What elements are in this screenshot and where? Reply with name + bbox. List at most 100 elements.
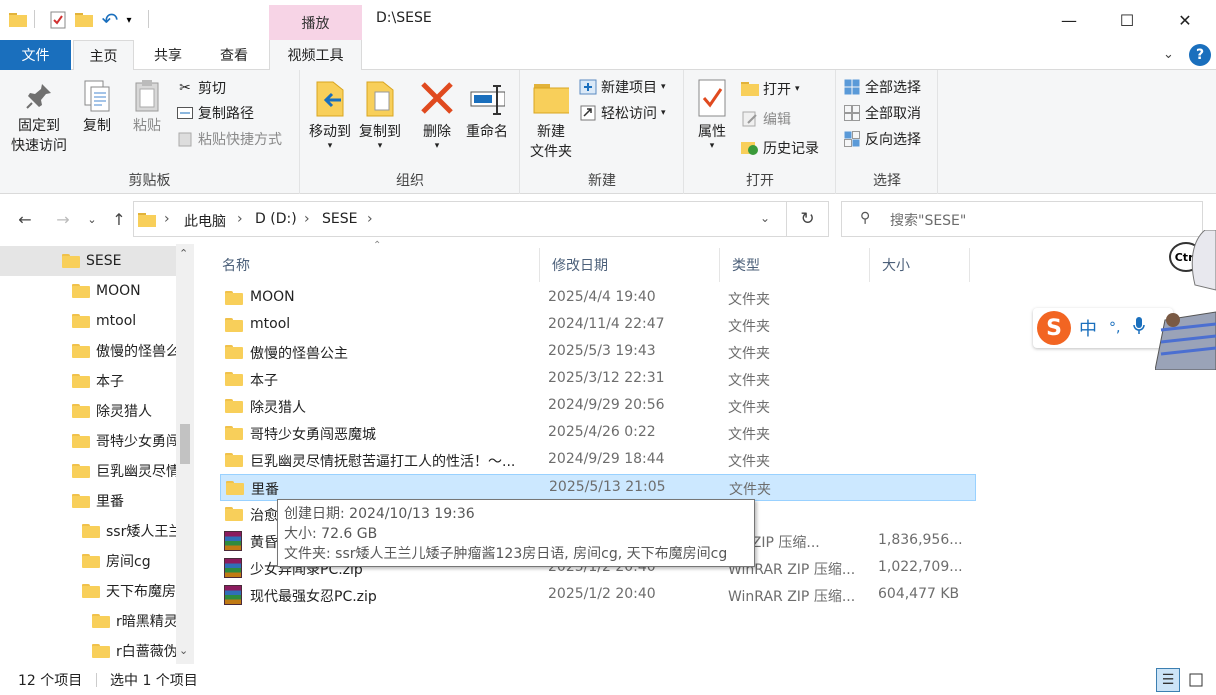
paste-shortcut-button[interactable]: 粘贴快捷方式: [176, 128, 282, 150]
table-row[interactable]: 哥特少女勇闯恶魔城 2025/4/26 0:22 文件夹: [220, 420, 976, 447]
up-button[interactable]: ↑: [106, 206, 132, 232]
paste-shortcut-label: 粘贴快捷方式: [198, 132, 282, 148]
ime-punctuation-toggle[interactable]: °,: [1109, 320, 1120, 336]
column-header-date[interactable]: 修改日期: [540, 248, 720, 282]
table-row-selected[interactable]: 里番 2025/5/13 21:05 文件夹: [220, 474, 976, 501]
cut-button[interactable]: ✂ 剪切: [176, 77, 226, 99]
breadcrumb-separator[interactable]: ›: [164, 211, 170, 227]
invert-selection-button[interactable]: 反向选择: [843, 128, 921, 150]
breadcrumb-separator[interactable]: ›: [304, 211, 310, 227]
rename-button[interactable]: 重命名: [461, 76, 513, 142]
breadcrumb-this-pc[interactable]: 此电脑: [184, 211, 226, 231]
help-icon[interactable]: ?: [1189, 44, 1211, 66]
scroll-up-icon[interactable]: ⌃: [179, 247, 188, 260]
copy-to-button[interactable]: 复制到 ▾: [355, 76, 405, 151]
sidebar-scrollbar[interactable]: ⌃ ⌄: [176, 244, 194, 664]
microphone-icon[interactable]: [1132, 316, 1146, 341]
paste-label: 粘贴: [133, 118, 161, 134]
copy-path-button[interactable]: 复制路径: [176, 102, 254, 124]
ime-mode-toggle[interactable]: 中: [1079, 315, 1097, 341]
tab-video-tools[interactable]: 视频工具: [269, 40, 362, 70]
tree-item[interactable]: 哥特少女勇闯: [0, 426, 176, 456]
address-bar[interactable]: › 此电脑 › D (D:) › SESE › ⌄: [133, 201, 787, 237]
back-button[interactable]: ←: [12, 206, 38, 232]
tab-share[interactable]: 共享: [136, 40, 200, 70]
recent-locations-dropdown[interactable]: ⌄: [82, 206, 102, 232]
customize-quick-access-dropdown[interactable]: ▾: [122, 8, 136, 32]
breadcrumb-drive-d[interactable]: D (D:): [255, 211, 297, 227]
large-icons-view-button[interactable]: [1184, 668, 1208, 692]
zip-archive-icon: [224, 531, 242, 551]
table-row[interactable]: 傲慢的怪兽公主 2025/5/3 19:43 文件夹: [220, 339, 976, 366]
tree-item[interactable]: 傲慢的怪兽么: [0, 336, 176, 366]
delete-button[interactable]: 删除 ▾: [413, 76, 461, 151]
tree-item[interactable]: r白蔷薇伪: [0, 636, 176, 666]
select-none-button[interactable]: 全部取消: [843, 102, 921, 124]
context-tab-play[interactable]: 播放: [269, 5, 362, 40]
scroll-down-icon[interactable]: ⌄: [179, 644, 188, 657]
new-folder-quick-button[interactable]: [72, 8, 96, 32]
breadcrumb-sese[interactable]: SESE: [322, 211, 357, 227]
easy-access-button[interactable]: 轻松访问 ▾: [579, 102, 666, 124]
paste-button[interactable]: 粘贴: [124, 78, 170, 136]
item-count: 12 个项目: [18, 673, 83, 689]
column-header-type[interactable]: 类型: [720, 248, 870, 282]
undo-icon[interactable]: ↶: [98, 8, 122, 32]
tree-item[interactable]: 除灵猎人: [0, 396, 176, 426]
refresh-button[interactable]: ↻: [787, 201, 829, 237]
tree-item[interactable]: MOON: [0, 276, 176, 306]
table-row[interactable]: 本子 2025/3/12 22:31 文件夹: [220, 366, 976, 393]
open-button[interactable]: 打开 ▾: [741, 78, 800, 100]
tree-item[interactable]: 房间cg: [0, 546, 176, 576]
close-button[interactable]: ✕: [1156, 0, 1214, 40]
tree-item[interactable]: SESE: [0, 246, 176, 276]
tree-item[interactable]: mtool: [0, 306, 176, 336]
move-to-button[interactable]: 移动到 ▾: [305, 76, 355, 151]
tree-item[interactable]: 巨乳幽灵尽情: [0, 456, 176, 486]
properties-quick-button[interactable]: [46, 8, 70, 32]
edit-button[interactable]: 编辑: [741, 108, 791, 130]
search-input[interactable]: ⚲ 搜索"SESE": [841, 201, 1203, 237]
folder-icon: [72, 344, 90, 358]
new-item-button[interactable]: 新建项目 ▾: [579, 76, 666, 98]
expand-ribbon-icon[interactable]: ⌄: [1163, 47, 1174, 62]
breadcrumb-separator[interactable]: ›: [237, 211, 243, 227]
table-row[interactable]: MOON 2025/4/4 19:40 文件夹: [220, 285, 976, 312]
copy-button[interactable]: 复制: [74, 78, 120, 136]
folder-icon: [138, 212, 156, 231]
tree-item[interactable]: 本子: [0, 366, 176, 396]
table-row[interactable]: 现代最强女忍PC.zip 2025/1/2 20:40 WinRAR ZIP 压…: [220, 582, 976, 609]
tab-view[interactable]: 查看: [202, 40, 266, 70]
table-row[interactable]: mtool 2024/11/4 22:47 文件夹: [220, 312, 976, 339]
copy-path-label: 复制路径: [198, 106, 254, 122]
desktop-pet-mascot[interactable]: Ctrl: [1155, 230, 1216, 370]
pin-quick-access-button[interactable]: 固定到 快速访问: [6, 78, 72, 156]
select-all-button[interactable]: 全部选择: [843, 76, 921, 98]
table-row[interactable]: 巨乳幽灵尽情抚慰苦逼打工人的性活！～... 2024/9/29 18:44 文件…: [220, 447, 976, 474]
ime-toolbar[interactable]: S 中 °,: [1033, 308, 1173, 348]
maximize-button[interactable]: ☐: [1098, 0, 1156, 40]
tree-item[interactable]: 里番: [0, 486, 176, 516]
tree-item[interactable]: r暗黑精灵: [0, 606, 176, 636]
tab-home[interactable]: 主页: [73, 40, 134, 71]
copy-to-label: 复制到: [359, 124, 401, 140]
address-history-dropdown[interactable]: ⌄: [760, 211, 770, 225]
tab-file[interactable]: 文件: [0, 40, 71, 70]
folder-icon: [225, 291, 243, 305]
scrollbar-thumb[interactable]: [180, 424, 190, 464]
table-row[interactable]: 除灵猎人 2024/9/29 20:56 文件夹: [220, 393, 976, 420]
details-view-button[interactable]: ☰: [1156, 668, 1180, 692]
history-button[interactable]: 历史记录: [741, 137, 819, 159]
breadcrumb-separator[interactable]: ›: [367, 211, 373, 227]
column-header-name[interactable]: 名称: [210, 248, 540, 282]
tree-item[interactable]: 天下布魔房: [0, 576, 176, 606]
properties-button[interactable]: 属性 ▾: [691, 76, 733, 151]
new-group: 新建 文件夹 新建项目 ▾ 轻松访问 ▾ 新建: [521, 70, 684, 194]
tree-item[interactable]: ssr矮人王兰: [0, 516, 176, 546]
forward-button[interactable]: →: [50, 206, 76, 232]
divider: [148, 10, 149, 28]
column-header-size[interactable]: 大小: [870, 248, 970, 282]
folder-icon: [72, 464, 90, 478]
new-folder-button[interactable]: 新建 文件夹: [525, 76, 577, 162]
minimize-button[interactable]: —: [1040, 0, 1098, 40]
